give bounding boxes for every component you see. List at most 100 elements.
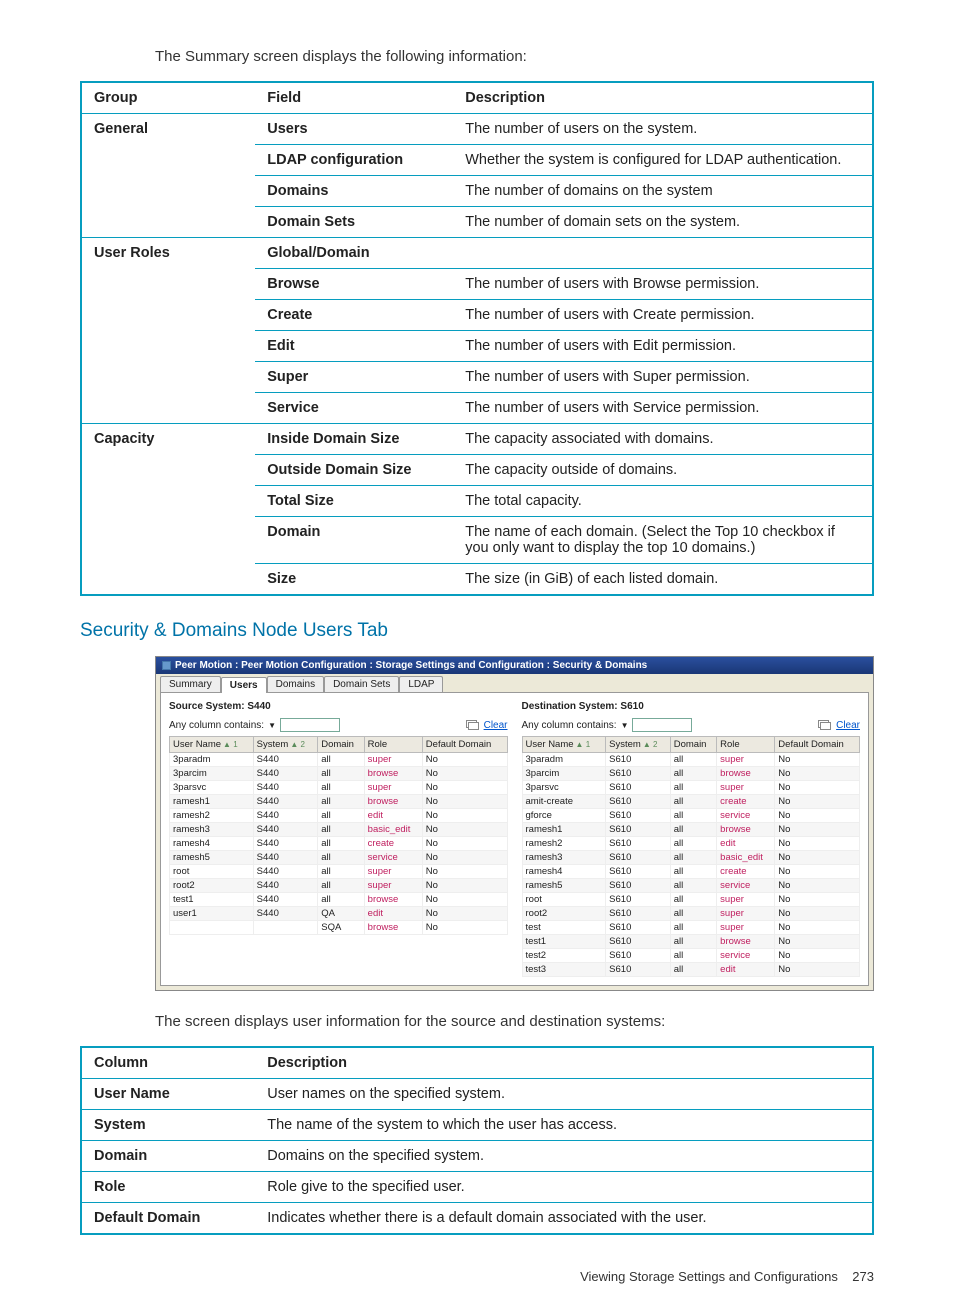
- table-row[interactable]: gforceS610allserviceNo: [522, 809, 860, 823]
- table-row[interactable]: ramesh2S440alleditNo: [170, 809, 508, 823]
- table-row[interactable]: root2S440allsuperNo: [170, 879, 508, 893]
- cell: No: [422, 893, 507, 907]
- source-grid[interactable]: User Name▲ 1System▲ 2DomainRoleDefault D…: [169, 736, 508, 935]
- cell: ramesh4: [522, 865, 606, 879]
- desc-cell: The number of domains on the system: [453, 176, 873, 207]
- table-row[interactable]: ramesh5S440allserviceNo: [170, 851, 508, 865]
- group-cell: [81, 300, 255, 331]
- table-row[interactable]: rootS440allsuperNo: [170, 865, 508, 879]
- source-title: Source System: S440: [169, 701, 508, 712]
- table-row[interactable]: 3parcimS610allbrowseNo: [522, 767, 860, 781]
- tab-ldap[interactable]: LDAP: [399, 676, 443, 692]
- field-cell: Create: [255, 300, 453, 331]
- dest-filter-input[interactable]: [632, 718, 692, 732]
- cell: browse: [364, 767, 422, 781]
- col-header[interactable]: Default Domain: [775, 737, 860, 753]
- table-row[interactable]: test1S440allbrowseNo: [170, 893, 508, 907]
- col-header[interactable]: System▲ 2: [253, 737, 318, 753]
- group-cell: [81, 393, 255, 424]
- tab-domains[interactable]: Domains: [267, 676, 324, 692]
- field-cell: Size: [255, 564, 453, 596]
- col-desc-cell: User names on the specified system.: [255, 1079, 873, 1110]
- table-row[interactable]: 3parsvcS610allsuperNo: [522, 781, 860, 795]
- dest-filter-bar: Any column contains: ▼ Clear: [522, 718, 861, 732]
- chevron-down-icon[interactable]: ▼: [268, 721, 276, 730]
- cell: all: [318, 781, 364, 795]
- cell: basic_edit: [717, 851, 775, 865]
- cell: S440: [253, 767, 318, 781]
- col-desc-cell: Role give to the specified user.: [255, 1172, 873, 1203]
- dest-clear-link[interactable]: Clear: [836, 720, 860, 731]
- source-filter-input[interactable]: [280, 718, 340, 732]
- table-row[interactable]: testS610allsuperNo: [522, 921, 860, 935]
- cell: test1: [522, 935, 606, 949]
- table-row[interactable]: SQAbrowseNo: [170, 921, 508, 935]
- table-row[interactable]: 3parsvcS440allsuperNo: [170, 781, 508, 795]
- cell: No: [422, 879, 507, 893]
- table-row[interactable]: test2S610allserviceNo: [522, 949, 860, 963]
- col-name-cell: Domain: [81, 1141, 255, 1172]
- table-row[interactable]: test3S610alleditNo: [522, 963, 860, 977]
- table-row[interactable]: ramesh3S440allbasic_editNo: [170, 823, 508, 837]
- col-header[interactable]: User Name▲ 1: [170, 737, 254, 753]
- group-cell: [81, 486, 255, 517]
- cell: super: [364, 781, 422, 795]
- sort-indicator: ▲ 2: [290, 740, 305, 749]
- desc-cell: The total capacity.: [453, 486, 873, 517]
- col-header[interactable]: Domain: [670, 737, 716, 753]
- table-row[interactable]: ramesh1S440allbrowseNo: [170, 795, 508, 809]
- cell: edit: [364, 907, 422, 921]
- col-header[interactable]: Role: [364, 737, 422, 753]
- cell: browse: [364, 921, 422, 935]
- table-row[interactable]: root2S610allsuperNo: [522, 907, 860, 921]
- cell: ramesh2: [170, 809, 254, 823]
- table-row[interactable]: ramesh5S610allserviceNo: [522, 879, 860, 893]
- field-cell: Domain Sets: [255, 207, 453, 238]
- cell: S610: [606, 823, 671, 837]
- col-header[interactable]: System▲ 2: [606, 737, 671, 753]
- table-row[interactable]: ramesh4S440allcreateNo: [170, 837, 508, 851]
- field-cell: Super: [255, 362, 453, 393]
- field-cell: Users: [255, 114, 453, 145]
- cell: ramesh4: [170, 837, 254, 851]
- columns-icon[interactable]: [466, 720, 478, 730]
- cell: all: [670, 837, 716, 851]
- group-cell: [81, 145, 255, 176]
- th-group: Group: [81, 82, 255, 114]
- chevron-down-icon[interactable]: ▼: [621, 721, 629, 730]
- field-cell: Outside Domain Size: [255, 455, 453, 486]
- filter-label: Any column contains:: [522, 720, 617, 731]
- source-clear-link[interactable]: Clear: [484, 720, 508, 731]
- columns-icon[interactable]: [818, 720, 830, 730]
- dest-grid[interactable]: User Name▲ 1System▲ 2DomainRoleDefault D…: [522, 736, 861, 977]
- cell: No: [775, 879, 860, 893]
- desc-cell: The number of users with Super permissio…: [453, 362, 873, 393]
- col-name-cell: Role: [81, 1172, 255, 1203]
- table-row[interactable]: ramesh2S610alleditNo: [522, 837, 860, 851]
- table-row[interactable]: 3paradmS610allsuperNo: [522, 753, 860, 767]
- cell: S440: [253, 837, 318, 851]
- tab-users[interactable]: Users: [221, 677, 267, 693]
- table-row[interactable]: ramesh4S610allcreateNo: [522, 865, 860, 879]
- table-row[interactable]: rootS610allsuperNo: [522, 893, 860, 907]
- col-header[interactable]: Role: [717, 737, 775, 753]
- table-row[interactable]: ramesh1S610allbrowseNo: [522, 823, 860, 837]
- cell: browse: [717, 823, 775, 837]
- tab-domain-sets[interactable]: Domain Sets: [324, 676, 399, 692]
- table-row[interactable]: user1S440QAeditNo: [170, 907, 508, 921]
- cell: edit: [364, 809, 422, 823]
- tab-summary[interactable]: Summary: [160, 676, 221, 692]
- table-row[interactable]: ramesh3S610allbasic_editNo: [522, 851, 860, 865]
- cell: root2: [170, 879, 254, 893]
- table-row[interactable]: 3parcimS440allbrowseNo: [170, 767, 508, 781]
- col-header[interactable]: Domain: [318, 737, 364, 753]
- group-cell: [81, 207, 255, 238]
- desc-cell: The name of each domain. (Select the Top…: [453, 517, 873, 564]
- table-row[interactable]: test1S610allbrowseNo: [522, 935, 860, 949]
- table-row[interactable]: 3paradmS440allsuperNo: [170, 753, 508, 767]
- col-header[interactable]: Default Domain: [422, 737, 507, 753]
- table-row[interactable]: amit-createS610allcreateNo: [522, 795, 860, 809]
- cell: create: [364, 837, 422, 851]
- cell: SQA: [318, 921, 364, 935]
- col-header[interactable]: User Name▲ 1: [522, 737, 606, 753]
